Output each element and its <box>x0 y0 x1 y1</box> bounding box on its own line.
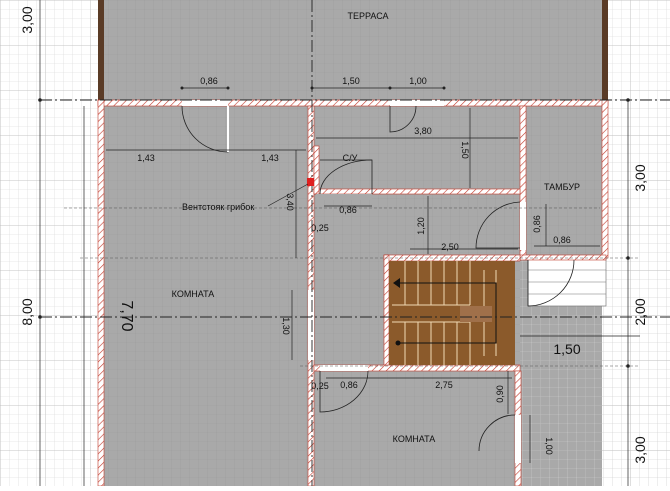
axis-right-200: 2,00 <box>632 298 648 325</box>
dim-086-top: 0,86 <box>200 76 218 86</box>
dim-025-bottom: 0,25 <box>311 381 329 391</box>
dim-100-bottom: 1,00 <box>544 437 554 455</box>
axis-right-300-top: 3,00 <box>632 164 648 191</box>
dim-275: 2,75 <box>435 380 453 390</box>
dim-150-top: 1,50 <box>342 76 360 86</box>
dim-120: 1,20 <box>416 217 426 235</box>
dim-340: 3,40 <box>285 193 295 211</box>
dim-086-bottom: 0,86 <box>340 380 358 390</box>
floor-plan-canvas[interactable]: ТЕРРАСА КОМНАТА С/У ТАМБУР КОМНАТА Вентс… <box>0 0 670 487</box>
staircase <box>389 261 515 365</box>
axis-left-300: 3,00 <box>19 6 35 33</box>
label-terrace: ТЕРРАСА <box>347 11 388 21</box>
label-vestibule: ТАМБУР <box>544 182 580 192</box>
label-room-bottom: КОМНАТА <box>393 434 436 444</box>
label-room-left: КОМНАТА <box>172 289 215 299</box>
axis-right-300-bottom: 3,00 <box>632 436 648 463</box>
dim-143-right: 1,43 <box>261 153 279 163</box>
dim-086-vest-h: 0,86 <box>553 235 571 245</box>
floor-plan: ТЕРРАСА КОМНАТА С/У ТАМБУР КОМНАТА Вентс… <box>0 0 670 487</box>
terrace-right-post <box>602 0 608 100</box>
terrace-left-post <box>98 0 104 100</box>
dim-250: 2,50 <box>441 242 459 252</box>
dim-380: 3,80 <box>414 126 432 136</box>
vent-riser-marker <box>307 178 314 186</box>
vent-riser-label: Вентстояк грибок <box>182 202 254 212</box>
axis-left-800: 8,00 <box>19 298 35 325</box>
dim-086-wc: 0,86 <box>339 205 357 215</box>
dim-090: 0,90 <box>495 385 505 403</box>
dim-150-vert: 1,50 <box>460 141 470 159</box>
dim-770: 7,70 <box>118 300 135 331</box>
dim-143-left: 1,43 <box>137 153 155 163</box>
dim-100-top: 1,00 <box>409 76 427 86</box>
dim-130: 1,30 <box>281 317 291 335</box>
dim-150-stair: 1,50 <box>553 341 580 357</box>
dim-025-wc: 0,25 <box>311 223 329 233</box>
dim-086-vest-v: 0,86 <box>532 215 542 233</box>
outside-grid <box>608 100 670 486</box>
label-wc: С/У <box>343 153 358 163</box>
